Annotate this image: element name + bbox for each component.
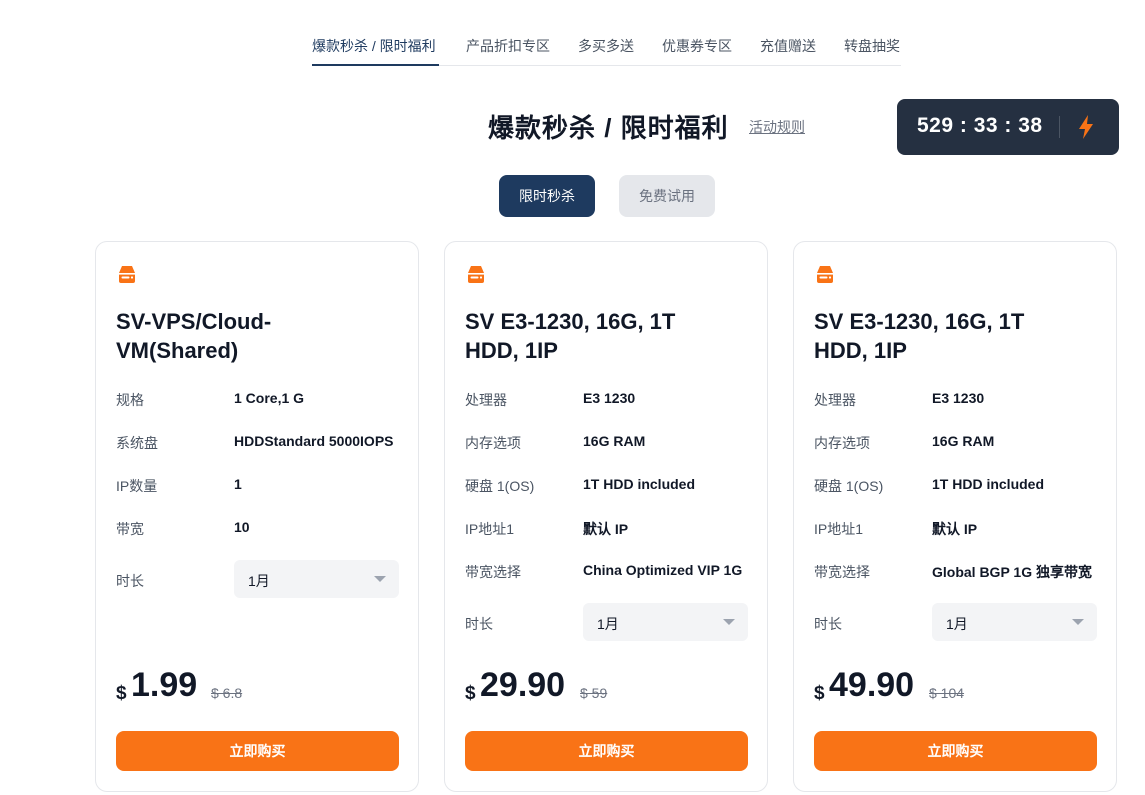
spec-value: 1 Core,1 G xyxy=(234,390,305,406)
currency-symbol: $ xyxy=(814,683,825,704)
tab-recharge-bonus[interactable]: 充值赠送 xyxy=(760,36,816,56)
spec-label: 硬盘 1(OS) xyxy=(814,478,884,494)
product-card: SV E3-1230, 16G, 1T HDD, 1IP 处理器 E3 1230… xyxy=(444,241,768,792)
spec-value: 16G RAM xyxy=(583,433,646,449)
active-tab-indicator xyxy=(312,64,439,66)
spec-label: 内存选项 xyxy=(465,435,521,451)
spec-label: 处理器 xyxy=(465,392,507,408)
currency-symbol: $ xyxy=(116,683,127,704)
sale-price: 1.99 xyxy=(131,666,198,704)
product-card: SV-VPS/Cloud-VM(Shared) 规格 1 Core,1 G 系统… xyxy=(95,241,419,792)
buy-now-button[interactable]: 立即购买 xyxy=(116,731,399,771)
tab-coupons[interactable]: 优惠券专区 xyxy=(662,36,732,56)
spec-label: 系统盘 xyxy=(116,435,158,451)
duration-select[interactable]: 1月 xyxy=(234,560,399,598)
chevron-down-icon xyxy=(1072,619,1084,625)
sale-price: 49.90 xyxy=(829,666,915,704)
duration-select[interactable]: 1月 xyxy=(932,603,1097,641)
spec-label: 内存选项 xyxy=(814,435,870,451)
countdown-divider xyxy=(1059,116,1060,138)
tab-flash-sale[interactable]: 爆款秒杀 / 限时福利 xyxy=(312,36,436,56)
original-price: $ 6.8 xyxy=(211,685,243,701)
product-title: SV E3-1230, 16G, 1T HDD, 1IP xyxy=(465,309,676,363)
chevron-down-icon xyxy=(723,619,735,625)
spec-label: 带宽选择 xyxy=(814,564,870,580)
promo-tabs: 爆款秒杀 / 限时福利 产品折扣专区 多买多送 优惠券专区 充值赠送 转盘抽奖 xyxy=(312,26,901,66)
buy-now-button[interactable]: 立即购买 xyxy=(814,731,1097,771)
spec-label: 处理器 xyxy=(814,392,856,408)
duration-label: 时长 xyxy=(465,616,493,632)
duration-select-value: 1月 xyxy=(597,616,619,632)
activity-rules-link[interactable]: 活动规则 xyxy=(749,117,805,137)
page-title: 爆款秒杀 / 限时福利 xyxy=(488,113,729,143)
flash-sale-segment[interactable]: 限时秒杀 xyxy=(499,175,595,217)
duration-select-value: 1月 xyxy=(248,573,270,589)
server-icon xyxy=(119,266,135,283)
duration-label: 时长 xyxy=(814,616,842,632)
spec-value: China Optimized VIP 1G xyxy=(583,562,743,578)
spec-value: 16G RAM xyxy=(932,433,995,449)
spec-value: 10 xyxy=(234,519,250,535)
tab-lucky-wheel[interactable]: 转盘抽奖 xyxy=(844,36,900,56)
lightning-icon xyxy=(1079,115,1093,139)
spec-value: E3 1230 xyxy=(932,390,985,406)
spec-label: IP地址1 xyxy=(814,521,864,537)
spec-label: 带宽 xyxy=(116,521,144,537)
spec-value: 1T HDD included xyxy=(583,476,696,492)
tab-discount-zone[interactable]: 产品折扣专区 xyxy=(466,36,550,56)
countdown-value: 529 : 33 : 38 xyxy=(917,114,1043,137)
sale-price: 29.90 xyxy=(480,666,566,704)
spec-label: IP数量 xyxy=(116,478,158,494)
spec-value: HDDStandard 5000IOPS xyxy=(234,433,394,449)
duration-select-value: 1月 xyxy=(946,616,968,632)
spec-value: E3 1230 xyxy=(583,390,636,406)
spec-label: 规格 xyxy=(116,392,144,408)
duration-label: 时长 xyxy=(116,573,144,589)
original-price: $ 59 xyxy=(580,685,608,701)
free-trial-segment[interactable]: 免费试用 xyxy=(619,175,715,217)
countdown-timer: 529 : 33 : 38 xyxy=(897,99,1119,155)
spec-value: 默认 IP xyxy=(583,521,629,537)
spec-value: Global BGP 1G 独享带宽 xyxy=(932,564,1092,580)
original-price: $ 104 xyxy=(929,685,965,701)
server-icon xyxy=(468,266,484,283)
buy-now-button[interactable]: 立即购买 xyxy=(465,731,748,771)
spec-value: 1T HDD included xyxy=(932,476,1045,492)
product-title: SV E3-1230, 16G, 1T HDD, 1IP xyxy=(814,309,1025,363)
duration-select[interactable]: 1月 xyxy=(583,603,748,641)
spec-label: IP地址1 xyxy=(465,521,515,537)
chevron-down-icon xyxy=(374,576,386,582)
tab-buy-more[interactable]: 多买多送 xyxy=(578,36,634,56)
spec-value: 默认 IP xyxy=(932,521,978,537)
spec-label: 硬盘 1(OS) xyxy=(465,478,535,494)
product-card: SV E3-1230, 16G, 1T HDD, 1IP 处理器 E3 1230… xyxy=(793,241,1117,792)
server-icon xyxy=(817,266,833,283)
currency-symbol: $ xyxy=(465,683,476,704)
product-title: SV-VPS/Cloud-VM(Shared) xyxy=(116,309,272,363)
spec-value: 1 xyxy=(234,476,242,492)
spec-label: 带宽选择 xyxy=(465,564,521,580)
